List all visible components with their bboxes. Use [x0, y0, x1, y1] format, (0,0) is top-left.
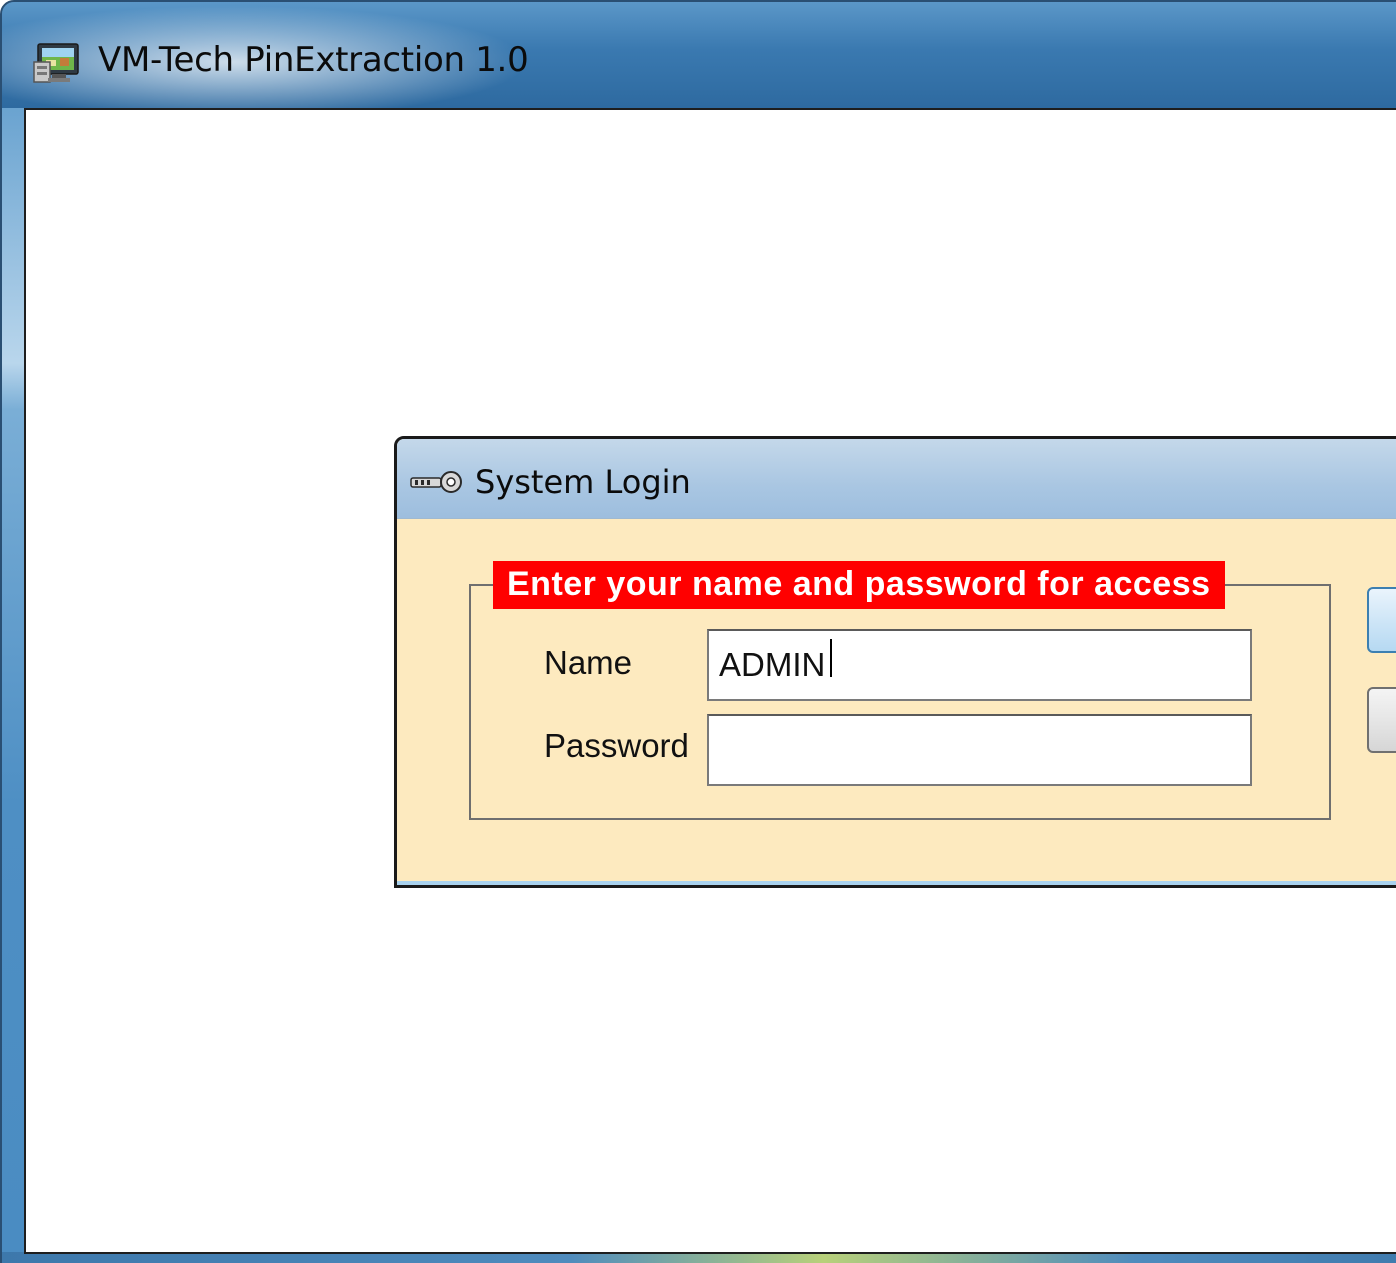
- login-dialog-title: System Login: [475, 463, 691, 501]
- password-label: Password: [544, 727, 689, 764]
- ok-button[interactable]: [1367, 587, 1396, 653]
- login-body: Enter your name and password for access …: [397, 519, 1396, 879]
- window-left-border: [2, 108, 24, 1263]
- desktop: VM-Tech PinExtraction 1.0 System Login E: [0, 0, 1396, 1263]
- text-cursor: [830, 639, 832, 677]
- login-bottom-edge: [397, 881, 1396, 885]
- monitor-app-icon[interactable]: [32, 42, 80, 86]
- password-input[interactable]: [707, 714, 1252, 786]
- cancel-button[interactable]: [1367, 687, 1396, 753]
- credentials-group-legend: Enter your name and password for access: [493, 561, 1225, 609]
- login-title-bar[interactable]: System Login: [397, 439, 1396, 519]
- name-label: Name: [544, 644, 633, 681]
- name-input[interactable]: [707, 629, 1252, 701]
- system-login-dialog: System Login Enter your name and passwor…: [394, 436, 1396, 888]
- main-window-title: VM-Tech PinExtraction 1.0: [98, 40, 529, 80]
- key-icon: [409, 470, 465, 494]
- main-title-bar[interactable]: VM-Tech PinExtraction 1.0: [2, 2, 1396, 108]
